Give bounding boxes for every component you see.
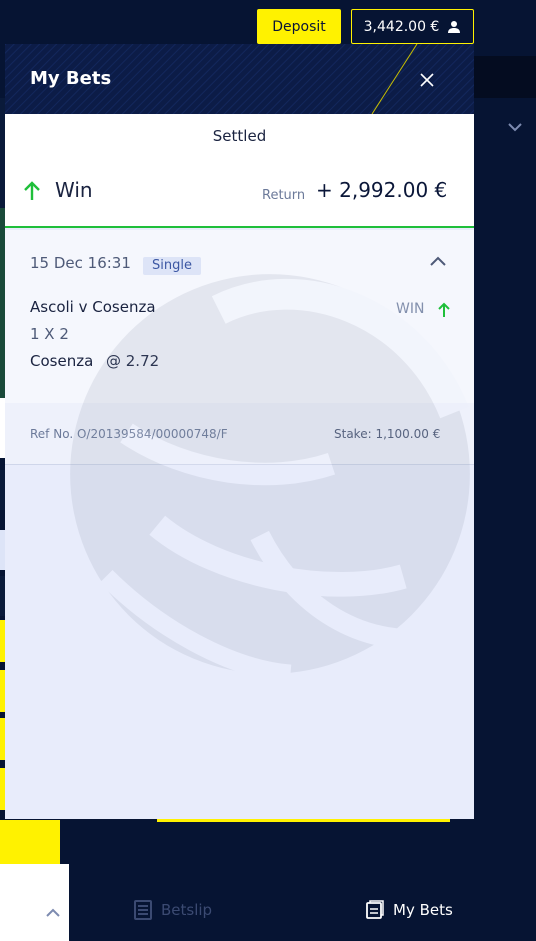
reference-number: Ref No. O/20139584/00000748/F [30, 427, 228, 441]
bet-status: WIN [396, 301, 425, 317]
stake-amount: Stake: 1,100.00 € [334, 427, 441, 441]
bet-market: 1 X 2 [30, 325, 69, 343]
my-bets-panel: My Bets Settled Win Return + 2,992.00 € … [5, 44, 474, 819]
return-value: + 2,992.00 € [316, 178, 448, 202]
betslip-icon [134, 900, 152, 920]
arrow-up-icon [24, 181, 40, 200]
chevron-up-icon[interactable] [428, 252, 448, 272]
deposit-button[interactable]: Deposit [257, 9, 341, 44]
return-label: Return [262, 188, 306, 203]
bet-reference-row: Ref No. O/20139584/00000748/F Stake: 1,1… [5, 403, 474, 465]
chevron-up-icon[interactable] [45, 905, 61, 921]
background-yellow-button [0, 820, 60, 864]
bet-odds: @ 2.72 [106, 352, 160, 370]
nav-mybets-label: My Bets [393, 901, 453, 919]
balance-amount: 3,442.00 € [363, 18, 440, 35]
bet-type-badge: Single [143, 257, 201, 275]
user-icon [448, 20, 461, 33]
panel-title: My Bets [30, 68, 112, 89]
nav-mybets[interactable]: My Bets [365, 900, 453, 920]
balance-button[interactable]: 3,442.00 € [351, 9, 474, 44]
close-icon[interactable] [415, 68, 439, 92]
bet-selection: Cosenza [30, 352, 94, 370]
result-label: Win [55, 178, 93, 202]
bet-event: Ascoli v Cosenza [30, 298, 156, 316]
mybets-icon [366, 900, 384, 919]
background-column [0, 864, 69, 941]
chevron-down-icon[interactable] [505, 117, 525, 137]
arrow-up-icon [438, 302, 450, 317]
bet-date: 15 Dec 16:31 [30, 254, 131, 272]
nav-betslip[interactable]: Betslip [133, 900, 212, 920]
tab-settled[interactable]: Settled [5, 114, 474, 158]
bet-card: 15 Dec 16:31 Single Ascoli v Cosenza 1 X… [5, 230, 474, 403]
panel-header: My Bets [5, 44, 474, 114]
nav-betslip-label: Betslip [161, 901, 213, 919]
background-header-bar [474, 56, 536, 98]
bet-result-row: Win Return + 2,992.00 € [5, 158, 474, 228]
